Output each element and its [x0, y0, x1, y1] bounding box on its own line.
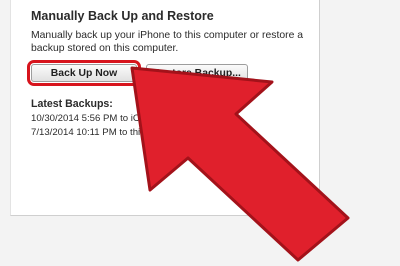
backup-panel: Manually Back Up and Restore Manually ba… [10, 0, 320, 216]
section-title: Manually Back Up and Restore [31, 9, 214, 23]
restore-backup-button[interactable]: Restore Backup... [146, 64, 248, 82]
latest-backups-title: Latest Backups: [31, 98, 113, 110]
section-description: Manually back up your iPhone to this com… [31, 30, 304, 54]
back-up-now-label: Back Up Now [50, 67, 118, 79]
backup-entry: 7/13/2014 10:11 PM to this computer [31, 127, 188, 138]
restore-backup-label: Restore Backup... [153, 67, 241, 79]
screenshot-canvas: Manually Back Up and Restore Manually ba… [0, 0, 400, 266]
back-up-now-button[interactable]: Back Up Now [27, 60, 141, 86]
latest-backups-list: 10/30/2014 5:56 PM to iCloud 7/13/2014 1… [31, 112, 331, 140]
backup-entry: 10/30/2014 5:56 PM to iCloud [31, 113, 158, 124]
